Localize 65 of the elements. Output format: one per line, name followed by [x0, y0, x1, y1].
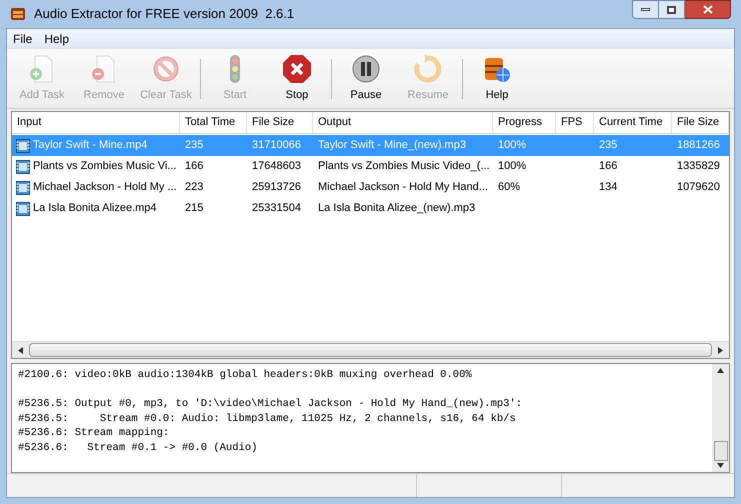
column-header[interactable]: Output — [313, 112, 493, 133]
table-cell-text: Michael Jackson - Hold My ... — [33, 180, 177, 196]
table-cell-text: Taylor Swift - Mine.mp4 — [33, 138, 148, 154]
table-cell-text: 100% — [497, 138, 528, 154]
prohibited-icon — [151, 54, 181, 84]
log-line: #5236.6: Stream mapping: — [18, 426, 170, 440]
video-file-icon — [16, 180, 30, 194]
table-row[interactable]: La Isla Bonita Alizee.mp4 215 25331504 La Isla Bonita Alizee_(new).mp3 — [12, 198, 729, 219]
table-cell-text: 223 — [184, 180, 204, 196]
column-header[interactable]: Input — [12, 112, 180, 133]
table-cell-text: La Isla Bonita Alizee.mp4 — [33, 201, 157, 216]
app-icon — [10, 6, 26, 22]
refresh-arrow-icon — [413, 54, 443, 84]
column-header[interactable]: Total Time — [180, 112, 247, 133]
close-icon — [702, 5, 712, 14]
log-line: #5236.6: Stream #0.1 -> #0.0 (Audio) — [18, 440, 258, 455]
table-cell-text: 25913726 — [251, 180, 302, 196]
scrollbar-thumb[interactable] — [714, 441, 728, 461]
toolbar-button[interactable]: Pause — [335, 50, 397, 106]
column-header[interactable]: File Size — [247, 112, 313, 133]
video-file-icon — [16, 202, 30, 216]
video-file-icon — [16, 138, 30, 152]
table-row[interactable]: Plants vs Zombies Music Vi... 166 17648603 Plants vs Zombies Music Video_(... 100% 166 1335829 — [12, 156, 729, 177]
close-button[interactable] — [685, 0, 731, 19]
table-cell-text: 60% — [497, 180, 522, 196]
column-header[interactable]: File Size — [672, 112, 729, 133]
minimize-button[interactable] — [632, 0, 659, 19]
log-line: #5236.5: Stream #0.0: Audio: libmp3lame, 11025 Hz, 2 channels, s16, 64 kb/s — [18, 412, 516, 426]
table-cell-text: Michael Jackson - Hold My Hand... — [317, 180, 489, 196]
horizontal-scrollbar[interactable] — [12, 341, 729, 358]
log-line: #5236.5: Output #0, mp3, to 'D:\video\Michael Jackson - Hold My Hand_(new).mp3': — [18, 397, 522, 412]
table-row[interactable]: Michael Jackson - Hold My ... 223 25913726 Michael Jackson - Hold My Hand... 60% 134 1079620 — [12, 177, 729, 198]
stop-icon — [282, 54, 312, 84]
table-cell-text: 1881266 — [676, 138, 721, 154]
video-file-icon — [16, 160, 30, 174]
table-cell-text: 166 — [598, 159, 618, 174]
table-cell-text: 134 — [598, 180, 618, 196]
table-cell-text: 1079620 — [676, 180, 721, 196]
column-header[interactable]: Current Time — [594, 112, 672, 133]
column-header[interactable]: FPS — [556, 112, 594, 133]
table-cell-text: Plants vs Zombies Music Video_(... — [317, 159, 491, 174]
table-cell-text: 1335829 — [676, 159, 721, 174]
toolbar-button[interactable]: Stop — [266, 50, 328, 106]
table-cell-text: 25331504 — [251, 201, 302, 216]
scroll-up-arrow-icon[interactable] — [717, 368, 724, 373]
table-cell-text: 17648603 — [251, 159, 302, 174]
table-cell-text: Taylor Swift - Mine_(new).mp3 — [317, 138, 467, 154]
table-cell-text: 166 — [184, 159, 204, 174]
vertical-scrollbar[interactable] — [712, 364, 729, 472]
pause-icon — [351, 54, 381, 84]
menu-item[interactable]: File — [7, 30, 38, 48]
menu-item[interactable]: Help — [38, 30, 76, 48]
maximize-button[interactable] — [659, 0, 685, 19]
table-cell-text: 235 — [598, 138, 618, 154]
scroll-down-arrow-icon[interactable] — [717, 463, 724, 468]
column-header[interactable]: Progress — [493, 112, 556, 133]
table-cell-text: 100% — [497, 159, 528, 174]
window-title: Audio Extractor for FREE version 2009 2.6.1 — [34, 5, 294, 24]
log-line: #2100.6: video:0kB audio:1304kB global headers:0kB muxing overhead 0.00% — [18, 368, 472, 382]
table-cell-text: 235 — [184, 138, 204, 154]
toolbar-button[interactable]: Help — [466, 50, 528, 106]
table-cell-text: 215 — [184, 201, 204, 216]
table-cell-text: Plants vs Zombies Music Vi... — [33, 159, 176, 174]
table-cell-text: 31710066 — [251, 138, 302, 154]
table-cell-text: La Isla Bonita Alizee_(new).mp3 — [317, 201, 476, 216]
